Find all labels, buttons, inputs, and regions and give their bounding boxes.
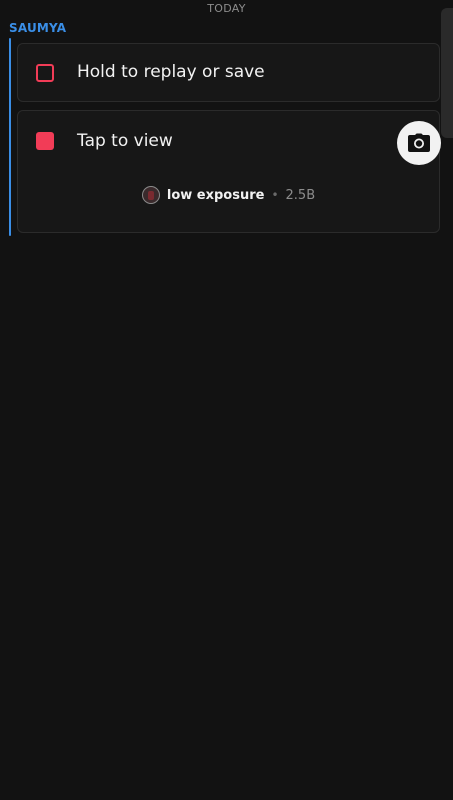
date-header: TODAY [207, 2, 246, 15]
sender-rail [9, 38, 11, 236]
sender-name: SAUMYA [9, 21, 67, 35]
view-count: 2.5B [285, 187, 316, 203]
camera-icon [408, 133, 430, 152]
story-source-row[interactable]: low exposure • 2.5B [18, 186, 439, 204]
camera-reply-button[interactable] [397, 121, 441, 165]
avatar [141, 186, 160, 204]
message-text: Hold to replay or save [77, 62, 265, 82]
scroll-indicator[interactable] [441, 8, 453, 138]
chat-screen: TODAY SAUMYA Hold to replay or save Tap … [0, 0, 453, 800]
snap-message-replay[interactable]: Hold to replay or save [17, 43, 440, 102]
snap-outline-icon [36, 64, 54, 82]
snap-message-view[interactable]: Tap to view low exposure • 2.5B [17, 110, 441, 233]
message-text: Tap to view [77, 131, 173, 151]
source-name: low exposure [166, 187, 265, 203]
separator-dot: • [271, 188, 279, 202]
snap-filled-icon [36, 132, 54, 150]
